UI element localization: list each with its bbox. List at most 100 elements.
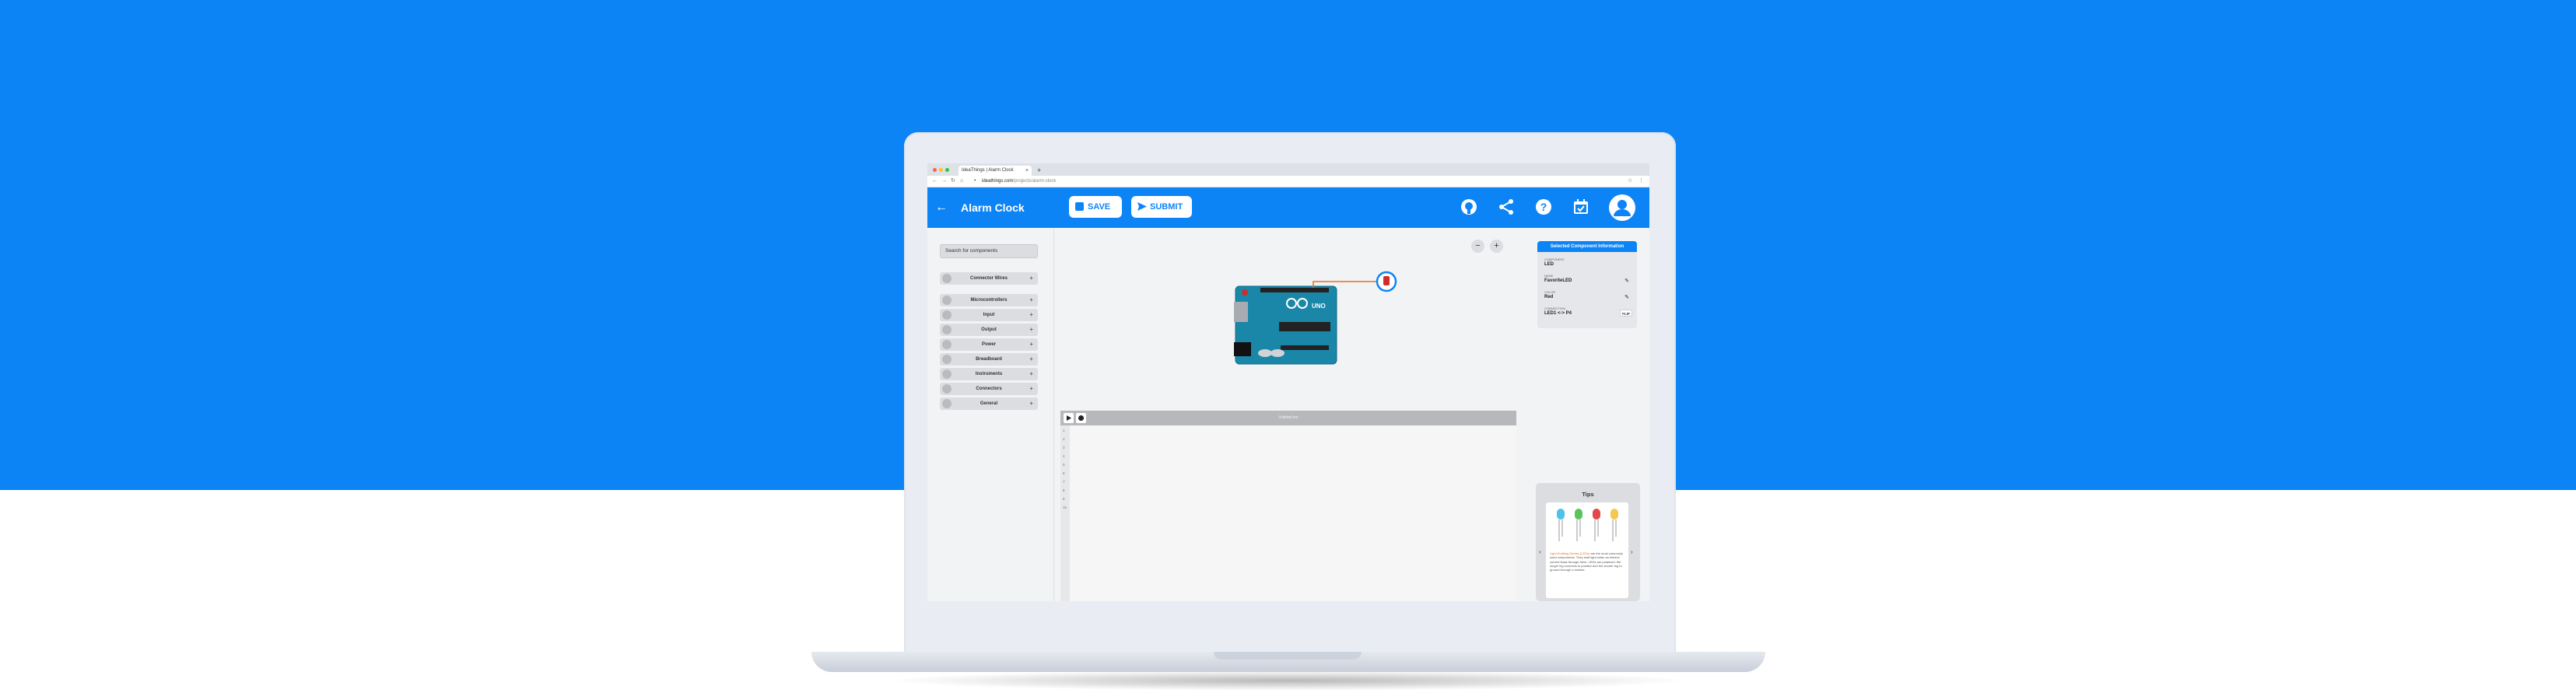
connector-wires-item[interactable]: Connector Wires + [940,272,1038,285]
expand-icon: + [1029,355,1033,362]
category-connectors[interactable]: Connectors + [940,383,1038,395]
name-field[interactable]: FavoriteLED [1544,278,1572,284]
component-info-title: Selected Component Information [1537,241,1637,252]
send-icon [1137,202,1147,211]
category-label: Instruments [975,372,1003,376]
svg-text:?: ? [1540,201,1547,213]
expand-icon: + [1029,275,1033,282]
laptop-shadow [887,670,1688,691]
browser-menu-icon[interactable]: ⋮ [1638,177,1644,185]
window-maximize-dot[interactable] [945,168,949,172]
edit-color-icon[interactable]: ✎ [1624,295,1629,300]
browser-home-icon[interactable]: ⌂ [960,177,963,185]
code-file-name: Untitled.ino [1278,415,1299,420]
svg-text:UNO: UNO [1312,303,1326,310]
edit-name-icon[interactable]: ✎ [1624,278,1629,284]
help-icon[interactable]: ? [1534,198,1553,216]
category-label: General [980,401,998,406]
expand-icon: + [1029,296,1033,303]
save-button[interactable]: SAVE [1069,196,1122,218]
arduino-board[interactable]: UNO [1234,271,1405,370]
connector-wires-label: Connector Wires [970,276,1008,281]
line-number: 4 [1063,454,1065,458]
field-label: CONNECTION [1544,306,1565,310]
field-label: NAME [1544,274,1554,278]
category-label: Output [981,327,997,332]
tips-prev-icon[interactable]: ‹ [1539,548,1541,555]
line-number: 6 [1063,471,1065,475]
category-breadboard[interactable]: Breadboard + [940,353,1038,366]
browser-reload-icon[interactable]: ↻ [951,177,955,185]
field-value: LED [1544,262,1554,267]
browser-back-icon[interactable]: ← [932,177,938,185]
user-icon [1614,200,1631,216]
tip-content: Light Emitting Diodes (LEDs) are the mos… [1546,502,1628,598]
field-label: COLOR [1544,290,1556,294]
line-number-gutter: 1 2 3 4 5 6 7 8 9 10 [1060,425,1070,601]
category-instruments[interactable]: Instruments + [940,368,1038,380]
tips-next-icon[interactable]: › [1631,548,1633,555]
component-info-card: Selected Component Information COMPONENT… [1537,241,1637,328]
expand-icon: + [1029,370,1033,377]
expand-icon: + [1029,326,1033,333]
save-label: SAVE [1088,202,1111,212]
expand-icon: + [1029,341,1033,348]
laptop-screen: IdeaThings | Alarm Clock × + ← → ↻ ⌂ • i… [927,163,1649,601]
component-library: Search for components Connector Wires + … [927,228,1053,601]
category-output[interactable]: Output + [940,324,1038,336]
share-icon[interactable] [1497,198,1516,216]
category-label: Power [981,342,996,347]
new-tab-button[interactable]: + [1037,166,1041,175]
category-label: Connectors [976,387,1002,391]
field-value: LED1 <-> P4 [1544,311,1572,316]
line-number: 7 [1063,480,1065,484]
line-number: 5 [1063,463,1065,467]
led-illustration [1557,509,1618,541]
app-header: ← Alarm Clock SAVE SUBMIT ? [927,187,1649,228]
lock-icon: • [974,178,976,184]
category-input[interactable]: Input + [940,309,1038,321]
zoom-out-button[interactable]: − [1471,240,1484,253]
flip-button[interactable]: FLIP [1620,310,1632,317]
laptop-notch [1214,652,1362,660]
browser-tab-bar: IdeaThings | Alarm Clock × + [927,163,1649,176]
line-number: 9 [1063,497,1065,501]
url-path: /projects/alarm-clock [1013,179,1057,184]
bookmark-star-icon[interactable]: ☆ [1628,177,1632,185]
component-search-input[interactable]: Search for components [940,244,1038,258]
zoom-in-button[interactable]: + [1490,240,1503,253]
profile-avatar[interactable] [1609,194,1635,221]
address-bar[interactable]: ideathings.com/projects/alarm-clock [982,178,1056,184]
category-general[interactable]: General + [940,397,1038,410]
window-close-dot[interactable] [933,168,937,172]
tip-text: Light Emitting Diodes (LEDs) are the mos… [1550,551,1624,572]
expand-icon: + [1029,311,1033,318]
tips-card: Tips ‹ › Light Emitting Diodes (LEDs) ar… [1536,483,1640,601]
category-microcontrollers[interactable]: Microcontrollers + [940,294,1038,306]
browser-forward-icon[interactable]: → [941,177,947,185]
line-number: 10 [1063,506,1067,509]
line-number: 1 [1063,429,1065,432]
submit-button[interactable]: SUBMIT [1131,196,1192,218]
browser-address-row: ← → ↻ ⌂ • ideathings.com/projects/alarm-… [927,176,1649,187]
tab-close-icon[interactable]: × [1025,166,1029,176]
browser-tab-title: IdeaThings | Alarm Clock [962,168,1014,173]
color-field[interactable]: Red [1544,295,1553,300]
field-label: COMPONENT [1544,257,1565,261]
url-domain: ideathings.com [982,179,1014,184]
code-editor[interactable]: Untitled.ino 1 2 3 4 5 6 7 8 9 10 [1060,411,1516,601]
code-toolbar: Untitled.ino [1060,411,1516,425]
github-icon[interactable] [1460,198,1478,216]
back-arrow-icon[interactable]: ← [935,201,948,215]
save-icon [1075,202,1084,211]
category-power[interactable]: Power + [940,338,1038,351]
expand-icon: + [1029,400,1033,407]
calendar-icon[interactable] [1572,198,1590,216]
submit-label: SUBMIT [1150,202,1183,212]
category-label: Input [983,313,995,317]
browser-tab[interactable]: IdeaThings | Alarm Clock × [959,166,1032,176]
tips-title: Tips [1582,491,1594,498]
window-minimize-dot[interactable] [939,168,943,172]
line-number: 3 [1063,446,1065,450]
expand-icon: + [1029,385,1033,392]
